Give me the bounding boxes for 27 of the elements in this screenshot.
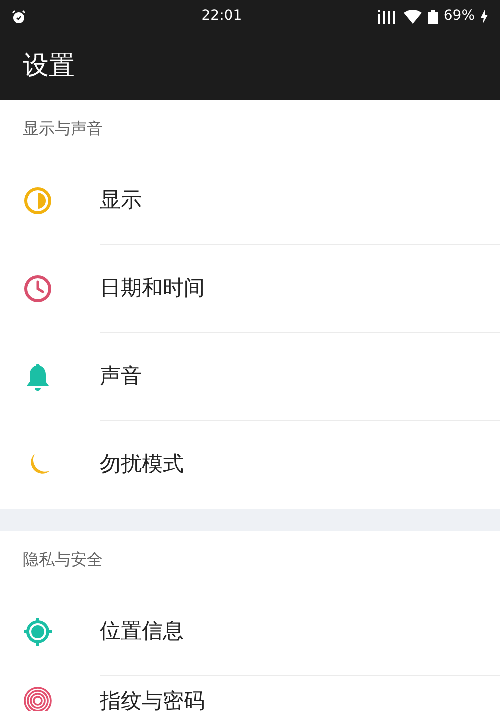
item-label: 显示 — [100, 186, 142, 214]
alarm-clock-icon — [12, 10, 26, 24]
item-label: 指纹与密码 — [100, 688, 205, 711]
settings-item[interactable]: 声音 — [0, 333, 500, 421]
section-header: 隐私与安全 — [23, 548, 103, 570]
settings-item[interactable]: 日期和时间 — [0, 245, 500, 333]
bell-icon — [24, 362, 52, 392]
item-label: 勿扰模式 — [100, 451, 184, 478]
item-label: 声音 — [100, 362, 142, 390]
fingerprint-icon — [23, 686, 53, 711]
signal-icon — [378, 10, 398, 24]
section-header: 显示与声音 — [23, 118, 103, 140]
battery-percent: 69% — [444, 7, 475, 26]
page-title: 设置 — [23, 50, 75, 83]
settings-item[interactable]: 位置信息 — [0, 588, 500, 676]
settings-item[interactable]: 勿扰模式 — [0, 421, 500, 509]
status-time: 22:01 — [202, 7, 242, 26]
charging-icon — [481, 10, 488, 24]
settings-item[interactable]: 指纹与密码 — [0, 676, 500, 711]
contrast-icon — [24, 187, 52, 215]
item-label: 位置信息 — [100, 618, 184, 645]
item-label: 日期和时间 — [100, 274, 205, 302]
location-target-icon — [22, 616, 54, 648]
battery-icon — [428, 10, 438, 24]
clock-icon — [24, 275, 52, 303]
settings-item[interactable]: 显示 — [0, 157, 500, 245]
wifi-icon — [404, 10, 422, 24]
